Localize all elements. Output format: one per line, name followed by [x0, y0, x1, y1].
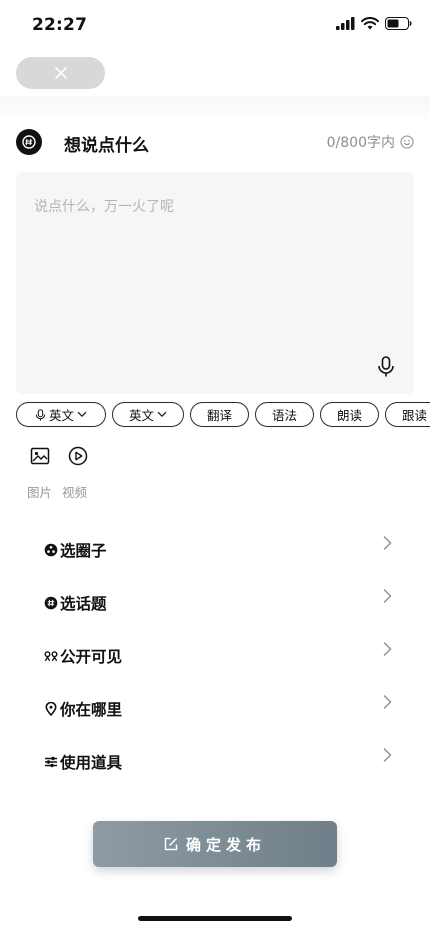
visibility-icon — [44, 649, 58, 663]
publish-label: 确定发布 — [185, 835, 266, 854]
post-options-list: 选圈子选话题公开可见你在哪里使用道具 — [44, 523, 396, 788]
composer-header: 想说点什么 0/800字内 — [16, 128, 414, 158]
menu-item-label: 使用道具 — [60, 753, 123, 772]
location-pin-icon — [44, 701, 58, 716]
chevron-right-icon — [383, 748, 392, 762]
props-sliders-icon — [44, 755, 58, 769]
chevron-right-icon — [383, 536, 392, 550]
tool-chip-label: 英文 — [128, 408, 154, 423]
cellular-signal-icon — [336, 17, 355, 30]
tool-chip-label: 跟读 — [401, 408, 427, 423]
voice-input-mic-icon[interactable] — [376, 356, 396, 378]
status-bar: 22:27 — [0, 0, 430, 50]
mic-icon — [35, 408, 46, 420]
circle-group-icon — [44, 543, 58, 557]
tool-chip-label: 英文 — [48, 408, 74, 423]
tool-chip-label: 翻译 — [206, 408, 232, 423]
media-labels: 图片 视频 — [27, 482, 87, 501]
menu-item-label: 选圈子 — [60, 541, 107, 560]
chevron-down-icon — [157, 411, 167, 417]
menu-item-label: 公开可见 — [60, 647, 123, 666]
wifi-icon — [361, 17, 379, 30]
header-divider — [0, 96, 430, 124]
status-icons — [336, 17, 412, 30]
chevron-right-icon — [383, 695, 392, 709]
menu-item-3[interactable]: 你在哪里 — [44, 682, 396, 735]
battery-icon — [385, 17, 412, 30]
status-time: 22:27 — [32, 15, 88, 35]
tool-chip-3[interactable]: 语法 — [255, 402, 314, 427]
home-indicator[interactable] — [138, 916, 292, 921]
chevron-down-icon — [77, 411, 87, 417]
video-upload-icon[interactable] — [68, 446, 88, 466]
char-counter: 0/800字内 — [327, 132, 414, 152]
tool-chip-1[interactable]: 英文 — [112, 402, 184, 427]
tool-chip-0[interactable]: 英文 — [16, 402, 106, 427]
menu-item-label: 选话题 — [60, 594, 107, 613]
image-label[interactable]: 图片 — [27, 482, 52, 501]
image-upload-icon[interactable] — [30, 446, 50, 466]
topic-icon — [44, 596, 58, 610]
menu-item-2[interactable]: 公开可见 — [44, 629, 396, 682]
menu-item-1[interactable]: 选话题 — [44, 576, 396, 629]
tool-chip-5[interactable]: 跟读 — [385, 402, 430, 427]
menu-item-0[interactable]: 选圈子 — [44, 523, 396, 576]
tool-chip-label: 朗读 — [336, 408, 362, 423]
chevron-right-icon — [383, 589, 392, 603]
media-buttons — [30, 446, 88, 466]
prompt-title: 想说点什么 — [64, 136, 149, 156]
tool-chip-label: 语法 — [271, 408, 297, 423]
post-text-placeholder: 说点什么，万一火了呢 — [34, 199, 174, 215]
menu-item-4[interactable]: 使用道具 — [44, 735, 396, 788]
emoji-icon[interactable] — [400, 135, 414, 149]
menu-item-label: 你在哪里 — [60, 700, 123, 719]
close-icon — [54, 67, 67, 79]
char-counter-text: 0/800字内 — [326, 135, 395, 151]
topic-hash-icon — [16, 129, 42, 155]
edit-icon — [164, 837, 178, 851]
publish-button[interactable]: 确定发布 — [93, 821, 337, 867]
language-tools-row: 英文 英文 翻译 语法 朗读 跟读 — [16, 402, 430, 429]
close-button[interactable] — [16, 57, 105, 89]
video-label[interactable]: 视频 — [62, 482, 87, 501]
post-text-input[interactable]: 说点什么，万一火了呢 — [16, 172, 414, 394]
tool-chip-2[interactable]: 翻译 — [190, 402, 249, 427]
chevron-right-icon — [383, 642, 392, 656]
tool-chip-4[interactable]: 朗读 — [320, 402, 379, 427]
